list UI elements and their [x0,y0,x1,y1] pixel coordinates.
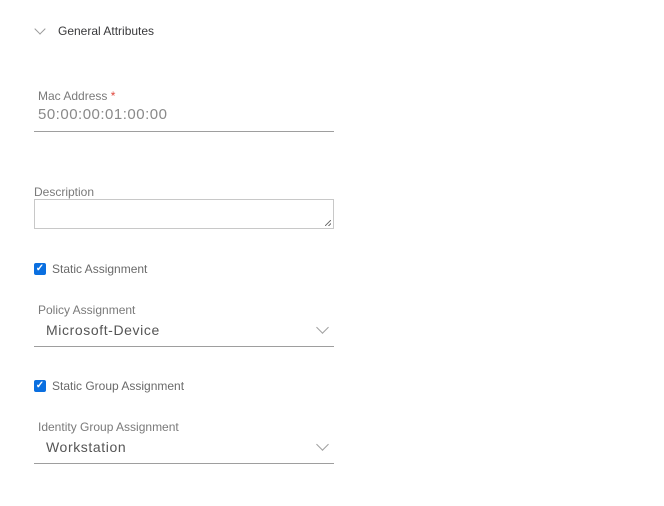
policy-assignment-value[interactable]: Microsoft-Device [46,322,160,338]
policy-underline [34,346,334,347]
static-group-assignment-label: Static Group Assignment [52,379,185,393]
static-assignment-label: Static Assignment [52,262,148,276]
section-general-attributes[interactable]: General Attributes [34,23,155,38]
description-textarea[interactable] [34,199,334,229]
chevron-down-icon[interactable] [316,438,329,451]
chevron-down-icon [34,23,46,35]
checkmark-icon: ✓ [34,263,46,275]
section-title: General Attributes [58,24,155,38]
identity-group-underline [34,463,334,464]
mac-label-text: Mac Address [38,89,108,103]
static-assignment-checkbox[interactable]: ✓ Static Assignment [34,262,147,276]
chevron-down-icon[interactable] [316,321,329,334]
description-label: Description [34,185,95,199]
identity-group-label: Identity Group Assignment [38,420,179,434]
static-group-assignment-checkbox[interactable]: ✓ Static Group Assignment [34,379,184,393]
mac-address-label: Mac Address * [38,89,115,103]
identity-group-value[interactable]: Workstation [46,439,126,455]
checkmark-icon: ✓ [34,380,46,392]
mac-address-input[interactable]: 50:00:00:01:00:00 [38,106,167,123]
required-marker: * [110,89,116,103]
mac-address-underline [34,131,334,132]
resize-grip-icon[interactable] [325,220,331,226]
policy-assignment-label: Policy Assignment [38,303,136,317]
